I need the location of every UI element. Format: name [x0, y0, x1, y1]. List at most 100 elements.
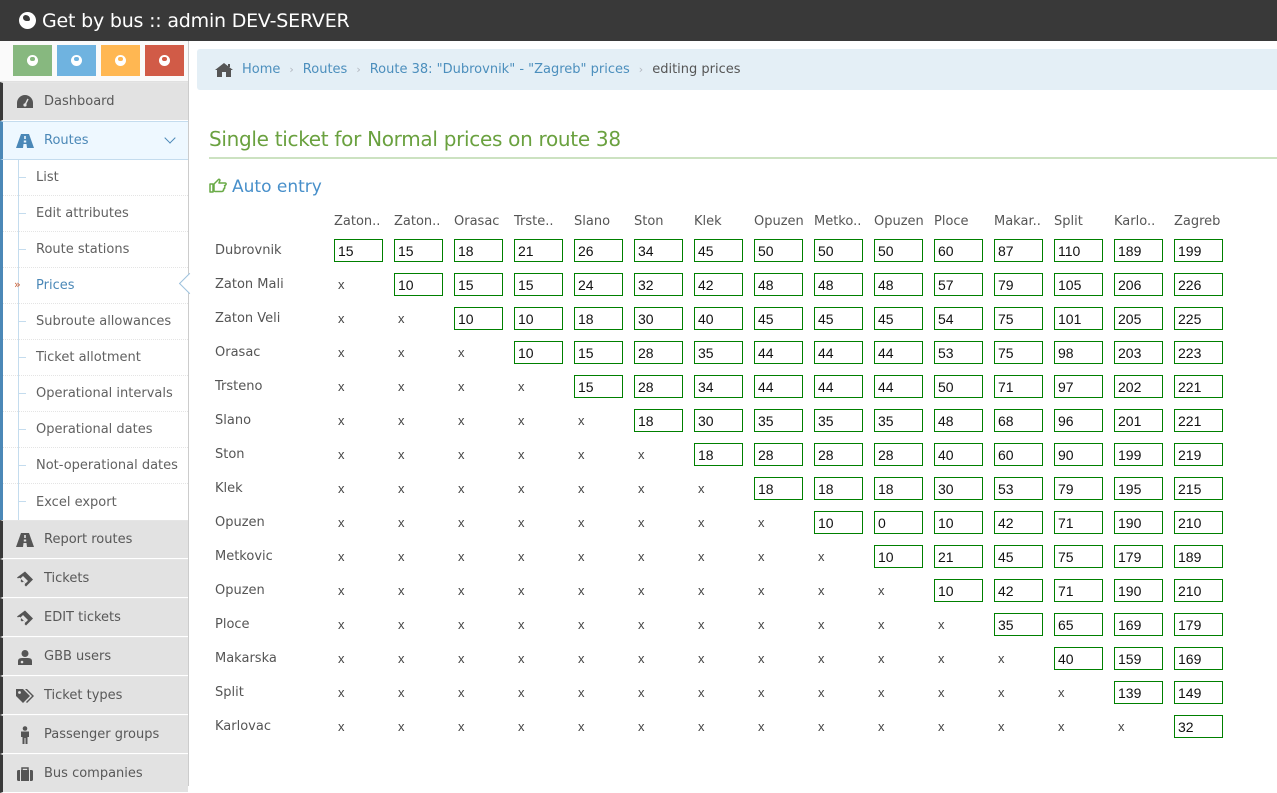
price-input[interactable] — [1174, 680, 1223, 704]
price-input[interactable] — [934, 340, 983, 364]
price-input[interactable] — [1174, 714, 1223, 738]
price-input[interactable] — [1174, 442, 1223, 466]
price-input[interactable] — [1174, 238, 1223, 262]
price-input[interactable] — [814, 408, 863, 432]
price-input[interactable] — [874, 476, 923, 500]
price-input[interactable] — [394, 272, 443, 296]
price-input[interactable] — [934, 238, 983, 262]
price-input[interactable] — [1174, 408, 1223, 432]
price-input[interactable] — [994, 374, 1043, 398]
price-input[interactable] — [1054, 646, 1103, 670]
price-input[interactable] — [1054, 340, 1103, 364]
price-input[interactable] — [1174, 544, 1223, 568]
price-input[interactable] — [754, 306, 803, 330]
price-input[interactable] — [1114, 476, 1163, 500]
sidebar-item-tickets[interactable]: Tickets — [0, 559, 188, 598]
shortcut-button-green[interactable] — [13, 45, 52, 76]
price-input[interactable] — [1054, 238, 1103, 262]
price-input[interactable] — [934, 510, 983, 534]
price-input[interactable] — [874, 238, 923, 262]
price-input[interactable] — [1174, 510, 1223, 534]
submenu-item-edit-attributes[interactable]: Edit attributes — [3, 196, 188, 232]
submenu-item-prices[interactable]: » Prices — [3, 268, 188, 304]
submenu-item-route-stations[interactable]: Route stations — [3, 232, 188, 268]
price-input[interactable] — [814, 442, 863, 466]
price-input[interactable] — [1054, 306, 1103, 330]
shortcut-button-orange[interactable] — [101, 45, 140, 76]
price-input[interactable] — [874, 510, 923, 534]
price-input[interactable] — [454, 238, 503, 262]
price-input[interactable] — [934, 374, 983, 398]
price-input[interactable] — [1114, 442, 1163, 466]
price-input[interactable] — [934, 442, 983, 466]
price-input[interactable] — [634, 238, 683, 262]
price-input[interactable] — [934, 544, 983, 568]
price-input[interactable] — [1114, 544, 1163, 568]
price-input[interactable] — [754, 340, 803, 364]
brand-link[interactable]: Get by bus :: admin DEV-SERVER — [19, 10, 350, 32]
sidebar-item-dashboard[interactable]: Dashboard — [0, 82, 188, 121]
price-input[interactable] — [1054, 408, 1103, 432]
price-input[interactable] — [814, 306, 863, 330]
price-input[interactable] — [574, 374, 623, 398]
price-input[interactable] — [994, 442, 1043, 466]
price-input[interactable] — [874, 442, 923, 466]
price-input[interactable] — [574, 238, 623, 262]
price-input[interactable] — [994, 408, 1043, 432]
price-input[interactable] — [1114, 578, 1163, 602]
price-input[interactable] — [1114, 374, 1163, 398]
price-input[interactable] — [454, 272, 503, 296]
price-input[interactable] — [814, 340, 863, 364]
price-input[interactable] — [1114, 306, 1163, 330]
price-input[interactable] — [634, 340, 683, 364]
price-input[interactable] — [1054, 510, 1103, 534]
price-input[interactable] — [694, 306, 743, 330]
price-input[interactable] — [694, 408, 743, 432]
sidebar-item-routes[interactable]: Routes — [0, 121, 188, 160]
price-input[interactable] — [1174, 340, 1223, 364]
sidebar-item-bus-companies[interactable]: Bus companies — [0, 754, 188, 793]
price-input[interactable] — [1174, 646, 1223, 670]
price-input[interactable] — [1174, 612, 1223, 636]
price-input[interactable] — [1054, 374, 1103, 398]
price-input[interactable] — [634, 306, 683, 330]
price-input[interactable] — [1114, 646, 1163, 670]
price-input[interactable] — [1054, 442, 1103, 466]
price-input[interactable] — [694, 374, 743, 398]
submenu-item-operational-intervals[interactable]: Operational intervals — [3, 376, 188, 412]
price-input[interactable] — [454, 306, 503, 330]
price-input[interactable] — [754, 272, 803, 296]
price-input[interactable] — [514, 340, 563, 364]
price-input[interactable] — [1114, 272, 1163, 296]
price-input[interactable] — [934, 408, 983, 432]
price-input[interactable] — [874, 374, 923, 398]
price-input[interactable] — [574, 306, 623, 330]
submenu-item-excel-export[interactable]: Excel export — [3, 484, 188, 520]
submenu-item-list[interactable]: List — [3, 160, 188, 196]
submenu-item-ticket-allotment[interactable]: Ticket allotment — [3, 340, 188, 376]
price-input[interactable] — [694, 272, 743, 296]
price-input[interactable] — [514, 272, 563, 296]
price-input[interactable] — [874, 544, 923, 568]
price-input[interactable] — [634, 408, 683, 432]
price-input[interactable] — [814, 510, 863, 534]
price-input[interactable] — [694, 238, 743, 262]
price-input[interactable] — [1054, 476, 1103, 500]
price-input[interactable] — [994, 578, 1043, 602]
price-input[interactable] — [994, 510, 1043, 534]
sidebar-item-edit-tickets[interactable]: EDIT tickets — [0, 598, 188, 637]
price-input[interactable] — [814, 238, 863, 262]
submenu-item-operational-dates[interactable]: Operational dates — [3, 412, 188, 448]
price-input[interactable] — [934, 306, 983, 330]
price-input[interactable] — [334, 238, 383, 262]
price-input[interactable] — [994, 544, 1043, 568]
price-input[interactable] — [754, 238, 803, 262]
submenu-item-not-operational-dates[interactable]: Not-operational dates — [3, 448, 188, 484]
price-input[interactable] — [754, 442, 803, 466]
price-input[interactable] — [1114, 510, 1163, 534]
price-input[interactable] — [1054, 272, 1103, 296]
price-input[interactable] — [994, 306, 1043, 330]
price-input[interactable] — [1174, 578, 1223, 602]
price-input[interactable] — [994, 272, 1043, 296]
price-input[interactable] — [814, 374, 863, 398]
